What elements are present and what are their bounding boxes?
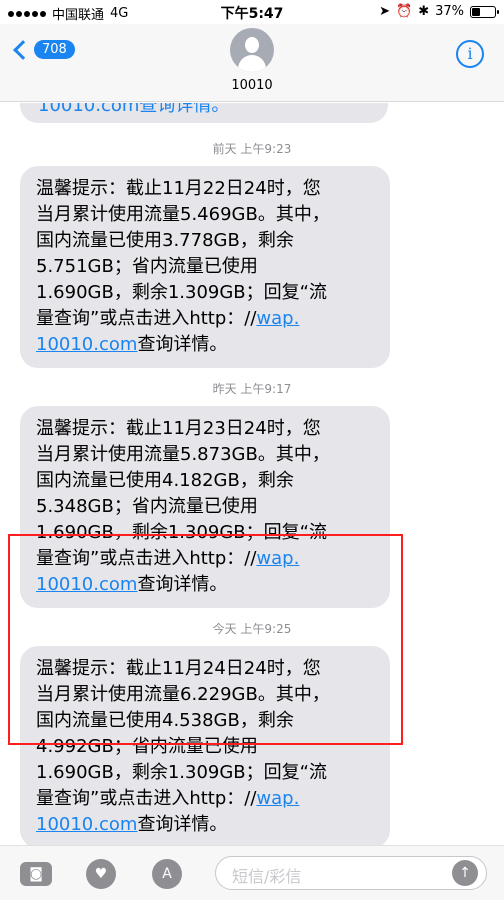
app-store-icon[interactable]: A <box>152 859 182 889</box>
previous-message-snippet: 10010.com查询详情。 <box>38 103 230 116</box>
battery-fill <box>472 7 481 16</box>
message-suffix: 查询详情。 <box>137 334 228 355</box>
battery-percentage: 37% <box>435 4 464 19</box>
message-link[interactable]: wap. <box>256 788 299 809</box>
avatar <box>230 28 274 72</box>
heart-icon[interactable]: ♥ <box>86 859 116 889</box>
battery-icon <box>470 5 499 18</box>
message-text: 温馨提示：截止11月22日24时，您 当月累计使用流量5.469GB。其中， 国… <box>36 178 330 329</box>
message-link[interactable]: wap. <box>256 308 299 329</box>
message-link[interactable]: 10010.com <box>36 814 137 835</box>
conversation-header: 708 10010 i <box>0 24 504 102</box>
contact-header[interactable]: 10010 <box>0 28 504 93</box>
status-right: ➤ ⏰ ✱ 37% <box>379 4 499 19</box>
location-icon: ➤ <box>379 4 390 19</box>
avatar-head <box>245 37 259 53</box>
info-button[interactable]: i <box>456 40 484 68</box>
alarm-icon: ⏰ <box>396 4 413 19</box>
message-timestamp: 昨天 上午9:17 <box>212 382 292 396</box>
compose-toolbar: ◙ ♥ A 短信/彩信 ↑ <box>0 845 504 900</box>
message-suffix: 查询详情。 <box>137 814 228 835</box>
contact-name: 10010 <box>231 78 273 93</box>
send-arrow-icon[interactable]: ↑ <box>452 860 478 886</box>
message-bubble[interactable]: 温馨提示：截止11月22日24时，您 当月累计使用流量5.469GB。其中， 国… <box>20 166 390 368</box>
message-link[interactable]: 10010.com <box>36 334 137 355</box>
highlight-box <box>8 534 403 745</box>
previous-message-bubble[interactable]: 10010.com查询详情。 <box>20 103 388 123</box>
message-input[interactable]: 短信/彩信 <box>215 856 487 890</box>
message-timestamp: 前天 上午9:23 <box>212 142 292 156</box>
bluetooth-icon: ✱ <box>418 4 430 19</box>
avatar-shoulders <box>238 55 266 72</box>
camera-icon[interactable]: ◙ <box>20 862 52 886</box>
status-bar: 中国联通 4G 下午5:47 ➤ ⏰ ✱ 37% <box>0 0 504 24</box>
